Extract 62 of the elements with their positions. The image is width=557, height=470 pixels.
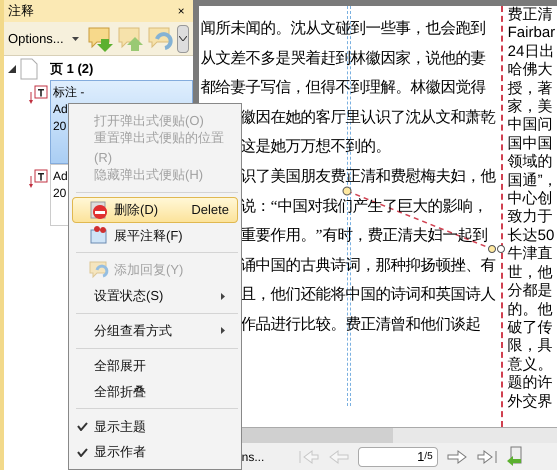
pushpin-note-icon <box>89 225 109 246</box>
page-node[interactable]: 页 1 (2) <box>50 59 94 79</box>
menu-item[interactable]: 分组查看方式 <box>72 318 238 344</box>
expand-icon[interactable] <box>8 65 16 73</box>
document-text-line: 闻所未闻的。沈从文碰到一些事，也会跑到 <box>200 19 486 39</box>
callout-text-line: 的。他 <box>508 300 554 319</box>
document-text-line: 作品进行比较。费正清曾和他们谈起 <box>240 314 481 335</box>
menu-item[interactable]: 展平注释(F) <box>72 222 238 248</box>
document-text-line: 这是她万万想不到的。 <box>240 137 391 158</box>
callout-text-line: Fairbar <box>508 24 556 43</box>
document-text-line: 且，他们还能将中国的诗词和英国诗人 <box>240 285 496 306</box>
callout-text-line: 中心创 <box>508 190 554 208</box>
callout-text-line: 24日出 <box>508 42 556 62</box>
close-button[interactable]: × <box>174 2 189 20</box>
menu-item[interactable]: 全部展开 <box>72 352 238 379</box>
page-icon <box>20 58 38 80</box>
document-text-line: 说：“中国对我们产生了巨大的影响， <box>240 196 488 217</box>
document-text-line: 从文差不多是哭着赶到林徽因家，说他的妻 <box>200 48 486 69</box>
menu-item[interactable]: 显示作者 <box>72 439 238 466</box>
callout-text-line: 世，他 <box>508 264 554 282</box>
zoom-dropdown[interactable]: ns... <box>242 448 290 466</box>
callout-text-line: 限，具 <box>508 337 554 356</box>
callout-text-line: 题的许 <box>508 374 554 393</box>
callout-text-line: 破了传 <box>508 318 554 338</box>
callout-icon <box>28 84 48 106</box>
document-text-line: 都给妻子写信，但得不到理解。林徽因觉得 <box>200 78 486 98</box>
callout-text-line: 外交界 <box>508 392 554 411</box>
callout-text-line: 长达50 <box>508 226 556 246</box>
menu-item[interactable]: 设置状态(S) <box>72 283 238 309</box>
panel-title: 注释 <box>8 2 34 20</box>
document-text-line: 识了美国朋友费正清和费慰梅夫妇，他 <box>240 166 496 187</box>
callout-text-line: 致力于 <box>508 208 554 227</box>
delete-icon <box>89 200 109 220</box>
document-text-line: 徽因在她的客厅里认识了沈从文和萧乾 <box>240 108 496 128</box>
callout-text-line: 费正清 <box>508 6 554 24</box>
callout-icon <box>28 168 48 190</box>
previous-page-icon[interactable] <box>328 448 350 464</box>
callout-text-line: 国通”， <box>508 172 557 190</box>
reply-icon <box>89 260 109 280</box>
comment-up-icon[interactable] <box>116 24 143 52</box>
first-page-icon[interactable] <box>298 448 320 464</box>
callout-text-line: 意义。 <box>508 356 554 374</box>
callout-text-line: 国中国 <box>508 134 554 154</box>
next-page-icon[interactable] <box>446 448 468 464</box>
callout-text-line: 分都是 <box>508 282 554 300</box>
last-page-icon[interactable] <box>476 448 498 464</box>
page-field[interactable]: 1/5 <box>358 446 438 466</box>
callout-text-line: 哈佛大 <box>508 61 554 80</box>
callout-text-line: 牛津直 <box>508 245 554 264</box>
menu-item[interactable]: 删除(D) Delete <box>72 196 238 222</box>
callout-text-line: 中国问 <box>508 116 554 135</box>
callout-text-line: 授，著 <box>508 80 554 98</box>
caret-icon <box>72 36 79 40</box>
document-text-line: 重要作用。”有时，费正清夫妇一起到 <box>240 226 488 246</box>
chevron-button[interactable] <box>176 24 189 52</box>
callout-text-line: 家，美 <box>508 98 554 116</box>
document-text-line: 诵中国的古典诗词，那种抑扬顿挫、有 <box>240 256 496 276</box>
comment-down-icon[interactable] <box>86 24 113 52</box>
menu-item[interactable]: 全部折叠 <box>72 378 238 404</box>
callout-text-line: 领域的 <box>508 153 554 172</box>
chevron-icon <box>178 36 187 41</box>
menu-item[interactable]: 显示主题 <box>72 413 238 440</box>
